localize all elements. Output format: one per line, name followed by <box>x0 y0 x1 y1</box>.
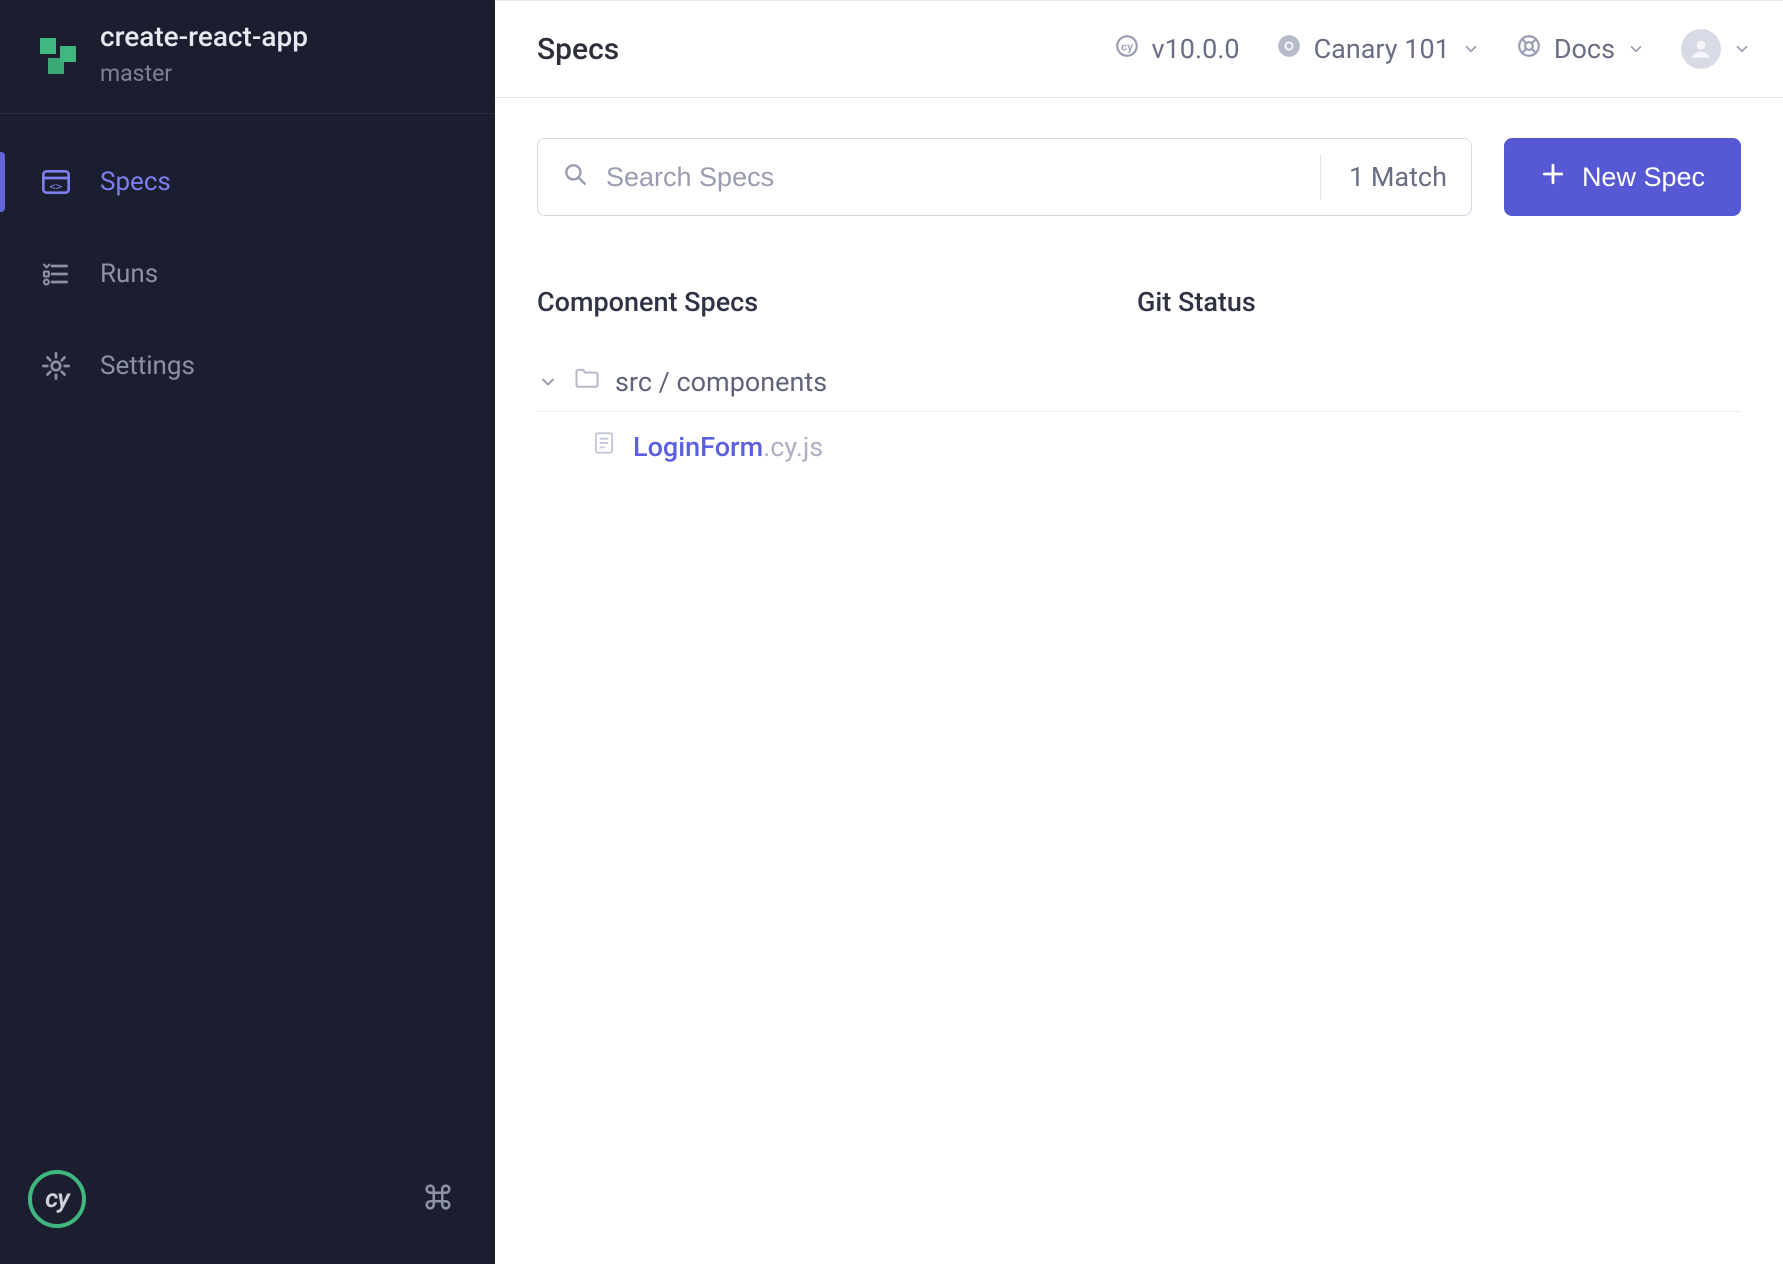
content: 1 Match New Spec Component Specs Git Sta… <box>495 98 1783 515</box>
search-field[interactable]: 1 Match <box>537 138 1472 216</box>
file-name-base: LoginForm <box>633 431 763 463</box>
chevron-down-icon <box>1627 33 1645 65</box>
spec-file-icon <box>591 430 617 463</box>
chevron-down-icon <box>1462 33 1480 65</box>
svg-text:cy: cy <box>1121 41 1133 53</box>
tree-folder[interactable]: src / components <box>537 352 1741 412</box>
sidebar-item-label: Runs <box>100 259 158 289</box>
runs-icon <box>40 258 72 290</box>
browser-name: Canary 101 <box>1314 33 1450 65</box>
sidebar-item-specs[interactable]: <> Specs <box>0 142 495 222</box>
topbar: Specs cy v10.0.0 Canary 101 <box>495 0 1783 98</box>
folder-icon <box>573 364 601 399</box>
project-name: create-react-app <box>100 20 308 54</box>
lifering-icon <box>1516 33 1542 66</box>
file-name-ext: .cy.js <box>763 431 823 463</box>
project-logo <box>40 38 76 74</box>
sidebar-item-label: Settings <box>100 351 195 381</box>
user-menu[interactable] <box>1681 29 1751 69</box>
columns-header: Component Specs Git Status <box>537 286 1741 318</box>
docs-link[interactable]: Docs <box>1516 33 1645 66</box>
folder-path: src / components <box>615 366 827 398</box>
new-spec-label: New Spec <box>1582 162 1705 193</box>
docs-label: Docs <box>1554 33 1615 65</box>
cypress-logo[interactable]: cy <box>28 1170 86 1228</box>
main: Specs cy v10.0.0 Canary 101 <box>495 0 1783 1264</box>
new-spec-button[interactable]: New Spec <box>1504 138 1741 216</box>
version-indicator[interactable]: cy v10.0.0 <box>1114 33 1240 66</box>
chevron-down-icon <box>537 372 559 392</box>
sidebar-item-settings[interactable]: Settings <box>0 326 495 406</box>
specs-icon: <> <box>40 166 72 198</box>
sidebar-item-runs[interactable]: Runs <box>0 234 495 314</box>
column-name: Component Specs <box>537 286 1137 318</box>
browser-selector[interactable]: Canary 101 <box>1276 33 1480 66</box>
search-input[interactable] <box>606 162 1320 193</box>
sidebar: create-react-app master <> Specs <box>0 0 495 1264</box>
sidebar-item-label: Specs <box>100 167 171 197</box>
sidebar-header: create-react-app master <box>0 0 495 114</box>
svg-text:<>: <> <box>49 180 62 193</box>
spec-tree: src / components LoginForm.cy.js <box>537 352 1741 475</box>
keyboard-shortcuts-icon[interactable] <box>421 1180 455 1218</box>
plus-icon <box>1540 161 1566 194</box>
match-count: 1 Match <box>1320 154 1447 200</box>
toolbar: 1 Match New Spec <box>537 138 1741 216</box>
settings-icon <box>40 350 72 382</box>
avatar <box>1681 29 1721 69</box>
project-branch: master <box>100 60 308 87</box>
page-title: Specs <box>537 32 619 67</box>
sidebar-nav: <> Specs Runs <box>0 114 495 406</box>
sidebar-footer: cy <box>0 1142 495 1264</box>
chevron-down-icon <box>1733 33 1751 65</box>
browser-icon <box>1276 33 1302 66</box>
version-text: v10.0.0 <box>1152 33 1240 65</box>
column-git: Git Status <box>1137 286 1741 318</box>
search-icon <box>562 161 588 194</box>
cypress-badge-icon: cy <box>1114 33 1140 66</box>
tree-file[interactable]: LoginForm.cy.js <box>537 412 1741 475</box>
